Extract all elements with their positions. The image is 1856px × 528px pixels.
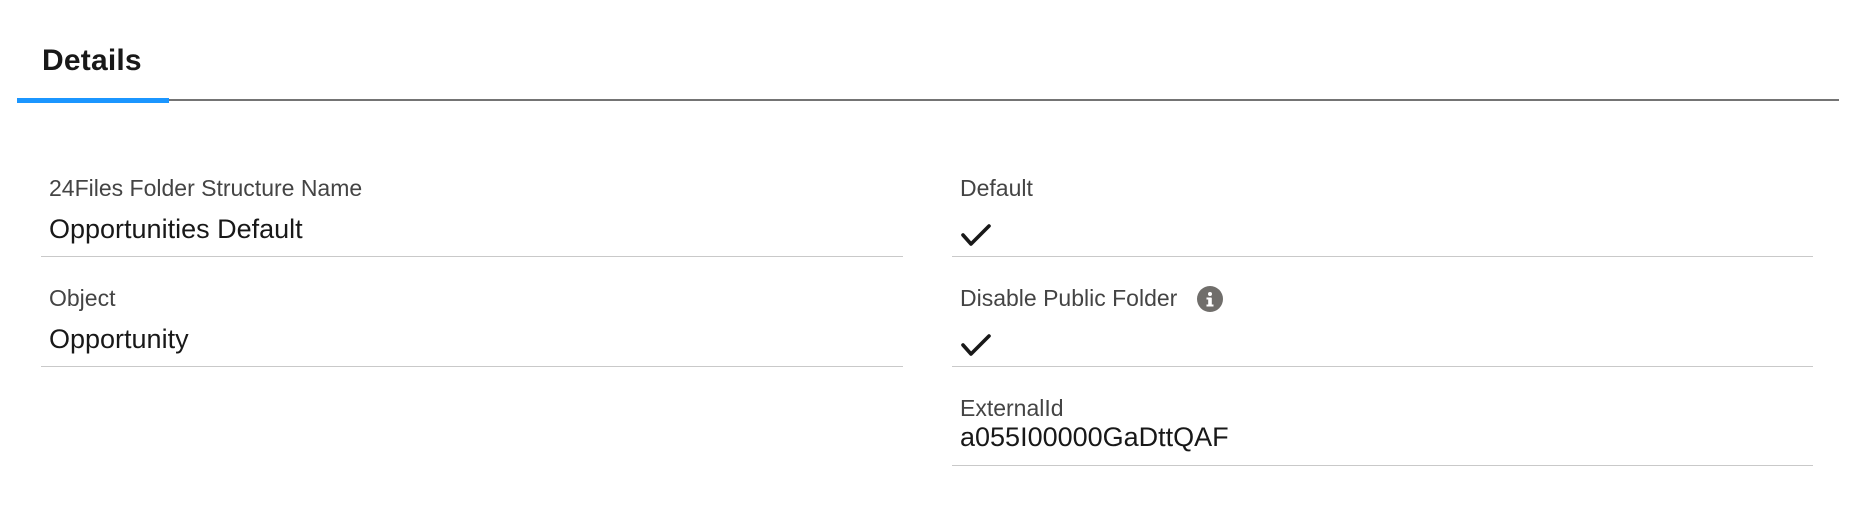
field-default: Default bbox=[952, 155, 1813, 257]
active-tab-indicator bbox=[17, 98, 169, 103]
field-label: 24Files Folder Structure Name bbox=[49, 175, 363, 201]
field-disable-public-folder: Disable Public Folder bbox=[952, 265, 1813, 367]
field-value: Opportunities Default bbox=[49, 214, 303, 244]
checkmark-icon bbox=[961, 334, 991, 356]
field-label: Object bbox=[49, 285, 116, 311]
tab-details-label: Details bbox=[42, 44, 142, 77]
field-label-wrapper: Disable Public Folder bbox=[960, 285, 1224, 312]
field-value: a055I00000GaDttQAF bbox=[960, 422, 1229, 452]
tab-details[interactable]: Details bbox=[17, 0, 169, 103]
info-icon[interactable] bbox=[1197, 285, 1224, 312]
field-folder-structure-name: 24Files Folder Structure Name Opportunit… bbox=[41, 155, 903, 257]
field-label: ExternalId bbox=[960, 395, 1064, 421]
field-object: Object Opportunity bbox=[41, 265, 903, 367]
field-label: Disable Public Folder bbox=[960, 285, 1178, 311]
tab-bar: Details bbox=[17, 0, 1839, 103]
field-label: Default bbox=[960, 175, 1033, 201]
field-external-id: ExternalId a055I00000GaDttQAF bbox=[952, 375, 1813, 466]
field-value: Opportunity bbox=[49, 324, 189, 354]
checkmark-icon bbox=[961, 224, 991, 246]
